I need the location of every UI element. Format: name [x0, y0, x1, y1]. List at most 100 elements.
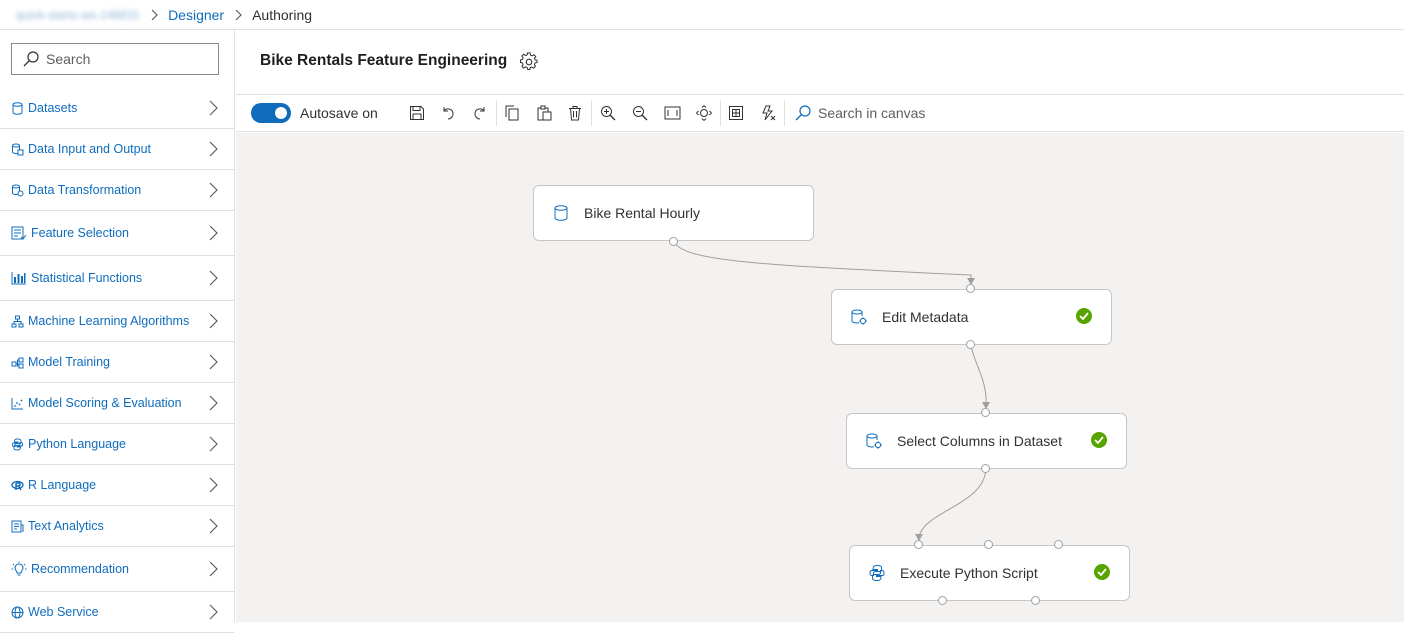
output-port[interactable] [966, 340, 975, 349]
output-port[interactable] [1031, 596, 1040, 605]
scatter-chart-icon [11, 397, 24, 410]
chevron-right-icon [208, 354, 218, 370]
copy-icon[interactable] [501, 102, 523, 124]
undo-icon[interactable] [437, 102, 459, 124]
check-icon [1091, 432, 1107, 448]
node-label: Select Columns in Dataset [897, 433, 1062, 449]
breadcrumb: quick-starts-ws-148831 Designer Authorin… [0, 0, 1404, 30]
python-icon [11, 438, 24, 451]
fit-screen-icon[interactable] [661, 102, 683, 124]
pipeline-canvas[interactable]: Bike Rental Hourly Edit Metadata Select … [236, 133, 1404, 622]
category-label: Machine Learning Algorithms [28, 314, 190, 328]
delete-icon[interactable] [564, 102, 586, 124]
input-port[interactable] [966, 284, 975, 293]
category-recommendation[interactable]: Recommendation [0, 547, 234, 592]
pipeline-node-select-columns[interactable]: Select Columns in Dataset [846, 413, 1127, 469]
edge-connector [918, 468, 987, 538]
breadcrumb-workspace[interactable]: quick-starts-ws-148831 [16, 8, 140, 22]
category-label: Feature Selection [31, 226, 129, 240]
grid-icon[interactable] [725, 102, 747, 124]
node-label: Bike Rental Hourly [584, 205, 700, 221]
zoom-out-icon[interactable] [629, 102, 651, 124]
chevron-right-icon [208, 604, 218, 620]
input-port[interactable] [914, 540, 923, 549]
category-feature-selection[interactable]: Feature Selection [0, 211, 234, 256]
save-icon[interactable] [406, 102, 428, 124]
database-icon [11, 101, 24, 115]
search-icon [794, 104, 812, 122]
paste-icon[interactable] [533, 102, 555, 124]
category-r-language[interactable]: R Language [0, 465, 234, 506]
model-training-icon [11, 356, 24, 369]
pipeline-node-edit-metadata[interactable]: Edit Metadata [831, 289, 1112, 345]
category-model-training[interactable]: Model Training [0, 342, 234, 383]
autosave-label: Autosave on [300, 105, 378, 121]
chevron-right-icon [150, 9, 158, 21]
chevron-right-icon [208, 141, 218, 157]
input-port[interactable] [984, 540, 993, 549]
chevron-right-icon [208, 313, 218, 329]
page-title: Bike Rentals Feature Engineering [260, 52, 508, 69]
category-statistical-functions[interactable]: Statistical Functions [0, 256, 234, 301]
chevron-right-icon [208, 270, 218, 286]
category-data-transformation[interactable]: Data Transformation [0, 170, 234, 211]
search-icon [22, 50, 40, 68]
autosave-toggle[interactable] [251, 103, 291, 123]
python-icon [868, 564, 886, 582]
toolbar-divider [784, 100, 785, 126]
output-port[interactable] [669, 237, 678, 246]
gear-icon[interactable] [519, 52, 539, 72]
category-ml-algorithms[interactable]: Machine Learning Algorithms [0, 301, 234, 342]
category-text-analytics[interactable]: Text Analytics [0, 506, 234, 547]
category-label: R Language [28, 478, 97, 492]
node-label: Edit Metadata [882, 309, 969, 325]
category-label: Web Service [28, 605, 99, 619]
canvas-search-input[interactable]: Search in canvas [794, 104, 925, 122]
breadcrumb-designer[interactable]: Designer [168, 7, 224, 23]
input-port[interactable] [981, 408, 990, 417]
module-search-input[interactable]: Search [11, 43, 219, 75]
node-label: Execute Python Script [900, 565, 1038, 581]
chevron-right-icon [208, 395, 218, 411]
auto-layout-icon[interactable] [757, 102, 779, 124]
chevron-right-icon [208, 436, 218, 452]
category-datasets[interactable]: Datasets [0, 88, 234, 129]
data-transform-icon [850, 308, 868, 326]
breadcrumb-current: Authoring [252, 6, 313, 23]
chevron-right-icon [208, 100, 218, 116]
output-port[interactable] [981, 464, 990, 473]
category-label: Statistical Functions [31, 271, 143, 285]
check-icon [1094, 564, 1110, 580]
lightbulb-icon [11, 561, 27, 577]
pipeline-node-dataset[interactable]: Bike Rental Hourly [533, 185, 814, 241]
output-port[interactable] [938, 596, 947, 605]
edge-connector [970, 344, 987, 407]
redo-icon[interactable] [469, 102, 491, 124]
category-model-scoring[interactable]: Model Scoring & Evaluation [0, 383, 234, 424]
category-label: Python Language [28, 437, 127, 451]
module-search-placeholder: Search [46, 51, 91, 67]
data-transform-icon [865, 432, 883, 450]
toolbar-divider [591, 100, 592, 126]
category-data-input-output[interactable]: Data Input and Output [0, 129, 234, 170]
chevron-right-icon [208, 225, 218, 241]
category-label: Data Transformation [28, 183, 142, 197]
module-panel: Search Datasets Data Input and Output Da… [0, 30, 235, 633]
bar-chart-icon [11, 271, 27, 285]
pan-icon[interactable] [693, 102, 715, 124]
pipeline-node-execute-python[interactable]: Execute Python Script [849, 545, 1130, 601]
category-label: Datasets [28, 101, 78, 115]
toolbar-divider [496, 100, 497, 126]
category-label: Recommendation [31, 562, 129, 576]
category-python-language[interactable]: Python Language [0, 424, 234, 465]
chevron-right-icon [208, 182, 218, 198]
zoom-in-icon[interactable] [597, 102, 619, 124]
input-port[interactable] [1054, 540, 1063, 549]
category-web-service[interactable]: Web Service [0, 592, 234, 633]
category-label: Model Training [28, 355, 110, 369]
feature-selection-icon [11, 226, 27, 241]
globe-icon [11, 606, 24, 619]
edge-connector [673, 240, 972, 283]
canvas-toolbar: Autosave on Search in canvas [236, 96, 1404, 132]
category-label: Model Scoring & Evaluation [28, 396, 182, 410]
